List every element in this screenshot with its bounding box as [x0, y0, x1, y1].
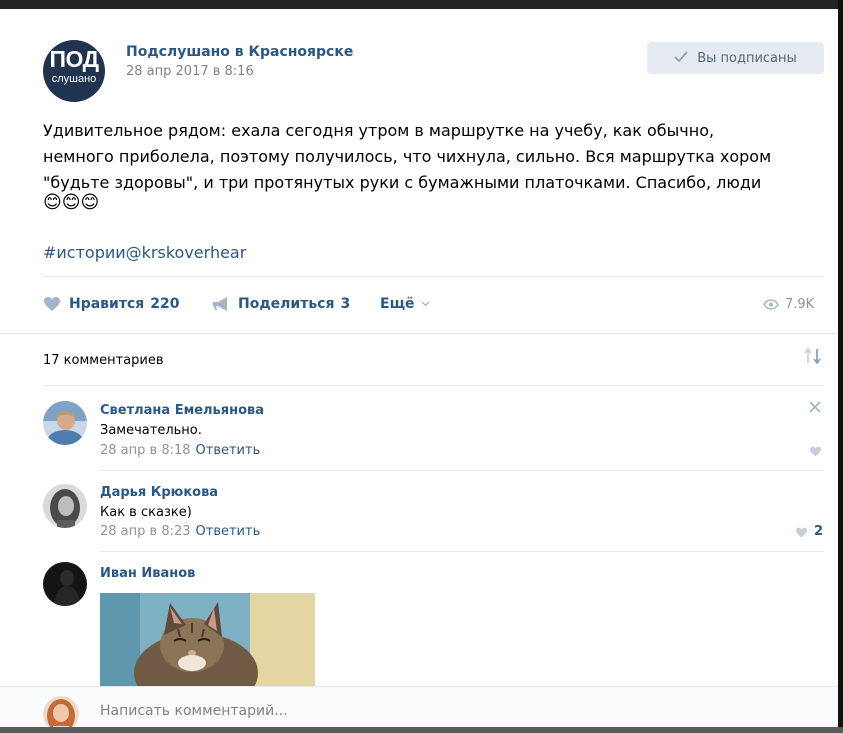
comment-input[interactable]: Написать комментарий... [100, 703, 288, 719]
window-top-border [0, 0, 843, 9]
avatar[interactable] [43, 484, 87, 528]
post-date[interactable]: 28 апр 2017 в 8:16 [126, 64, 254, 79]
avatar[interactable] [43, 562, 87, 606]
comment-author[interactable]: Светлана Емельянова [100, 403, 264, 418]
post-text-line: немного приболела, поэтому получилось, ч… [43, 147, 772, 166]
comment-meta: 28 апр в 8:23 Ответить [100, 524, 260, 539]
like-label: Нравится [69, 296, 145, 312]
views-count: 7.9K [785, 297, 815, 312]
comment-divider [100, 470, 824, 471]
avatar[interactable] [43, 401, 87, 445]
post-divider [43, 276, 824, 277]
comment-like-icon[interactable] [809, 446, 822, 460]
close-icon[interactable] [809, 398, 821, 418]
comments-count: 17 комментариев [43, 353, 164, 368]
views-counter: 7.9K [763, 297, 814, 312]
comment-time[interactable]: 28 апр в 8:23 [100, 524, 191, 539]
comment-like-count: 2 [814, 524, 824, 539]
window-bottom-border [0, 727, 843, 733]
post-comments-separator [0, 333, 838, 334]
post-text-line: "будьте здоровы", и три протянутых руки … [43, 173, 762, 192]
comment-time[interactable]: 28 апр в 8:18 [100, 443, 191, 458]
post-text: Удивительное рядом: ехала сегодня утром … [43, 118, 833, 196]
heart-icon [43, 296, 61, 312]
group-avatar[interactable]: ПОД слушано [43, 40, 105, 102]
eye-icon [763, 299, 779, 310]
comment-divider [43, 385, 824, 386]
chevron-down-icon [421, 301, 430, 307]
comment-author[interactable]: Иван Иванов [100, 566, 195, 581]
more-menu[interactable]: Ещё [380, 296, 430, 312]
group-name-link[interactable]: Подслушано в Красноярске [126, 44, 353, 60]
reply-link[interactable]: Ответить [196, 524, 261, 539]
like-count: 220 [150, 296, 180, 312]
post-text-line: Удивительное рядом: ехала сегодня утром … [43, 121, 715, 140]
comment-meta: 28 апр в 8:18 Ответить [100, 443, 260, 458]
share-label: Поделиться [238, 296, 335, 312]
group-avatar-text-small: слушано [51, 73, 97, 85]
subscribed-button[interactable]: Вы подписаны [647, 42, 824, 74]
comment-like-icon[interactable] [795, 527, 808, 541]
comment-text: Как в сказке) [100, 505, 192, 520]
comment-author[interactable]: Дарья Крюкова [100, 485, 218, 500]
megaphone-icon [212, 296, 230, 312]
share-button[interactable]: Поделиться 3 [212, 296, 350, 312]
subscribed-label: Вы подписаны [697, 50, 797, 66]
group-avatar-text-big: ПОД [49, 46, 99, 72]
comment-divider [100, 551, 824, 552]
check-icon [674, 50, 688, 66]
window-right-border [838, 0, 843, 733]
kitten-photo[interactable] [100, 593, 315, 687]
share-count: 3 [340, 296, 351, 312]
comment-text: Замечательно. [100, 423, 202, 438]
hashtag-link[interactable]: #истории@krskoverhear [43, 243, 246, 262]
like-button[interactable]: Нравится 220 [43, 296, 180, 312]
more-label: Ещё [380, 296, 415, 312]
sort-icon[interactable] [803, 347, 823, 368]
reply-link[interactable]: Ответить [196, 443, 261, 458]
smile-emojis: 😊😊😊 [43, 192, 100, 213]
